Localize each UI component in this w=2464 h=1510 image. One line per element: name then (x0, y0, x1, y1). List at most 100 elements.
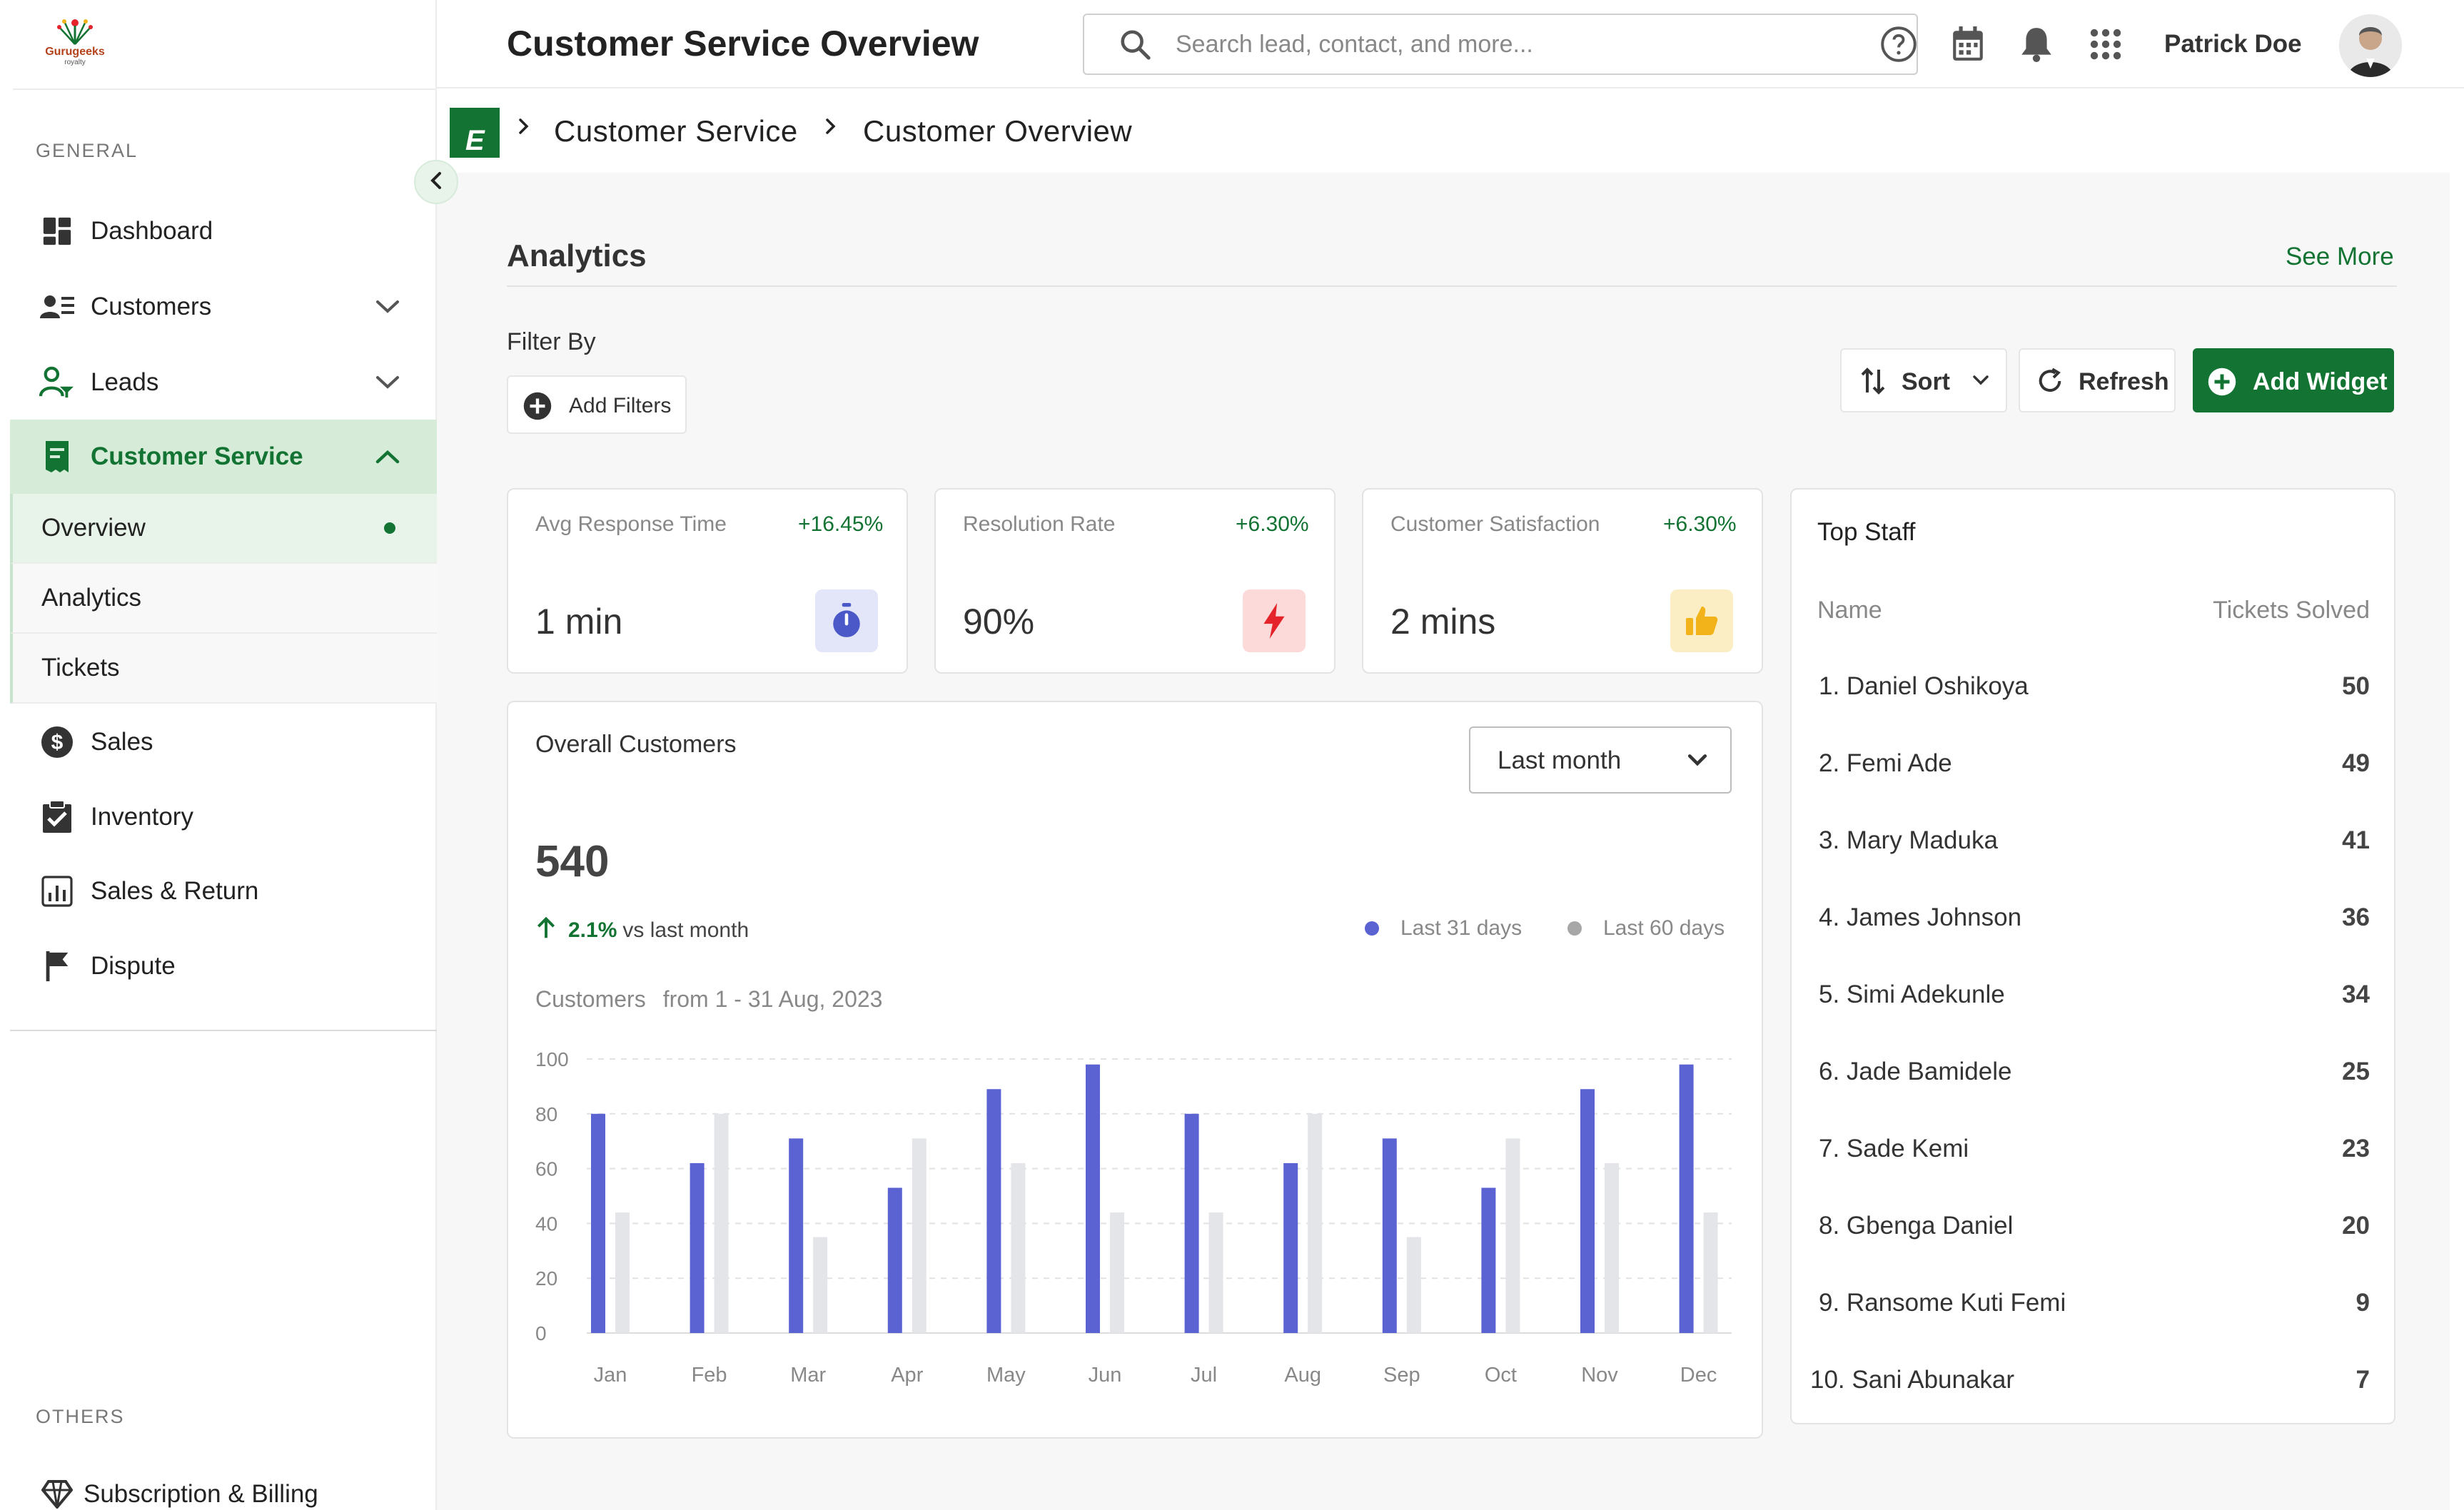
x-tick-label: Jun (1089, 1364, 1122, 1387)
sidebar-item-subscription-billing[interactable]: Subscription & Billing (10, 1460, 437, 1510)
chart-bar (1208, 1212, 1223, 1333)
table-row[interactable]: 6. Jade Bamidele 25 (1792, 1058, 2394, 1100)
tickets-solved-value: 7 (2356, 1366, 2370, 1394)
table-row[interactable]: 9. Ransome Kuti Femi 9 (1792, 1289, 2394, 1332)
chart-bar (1406, 1237, 1421, 1333)
table-row[interactable]: 1. Daniel Oshikoya 50 (1792, 672, 2394, 715)
table-row[interactable]: 4. James Johnson 36 (1792, 903, 2394, 946)
chevron-up-icon[interactable] (371, 440, 404, 473)
sidebar-item-leads[interactable]: Leads (10, 345, 437, 420)
chart-bar (1505, 1138, 1520, 1333)
sidebar-item-sales-return[interactable]: Sales & Return (10, 854, 437, 928)
sidebar-subitem-label: Analytics (41, 584, 142, 612)
main-content: Analytics See More Filter By Add Filters… (437, 173, 2450, 1510)
sidebar-collapse-button[interactable] (414, 160, 458, 204)
tickets-solved-value: 50 (2342, 672, 2370, 700)
refresh-label: Refresh (2079, 368, 2169, 395)
staff-name: 2. Femi Ade (1819, 749, 1952, 777)
sidebar-item-customer-service[interactable]: Customer Service (10, 420, 437, 494)
calendar-icon[interactable] (1948, 24, 1988, 64)
x-tick-label: Mar (790, 1364, 826, 1387)
x-tick-label: Sep (1383, 1364, 1420, 1387)
y-tick-label: 60 (535, 1158, 557, 1180)
table-row[interactable]: 5. Simi Adekunle 34 (1792, 981, 2394, 1023)
chevron-down-icon (1971, 371, 1990, 393)
bar-chart-icon (39, 873, 76, 910)
stat-name: Resolution Rate (963, 512, 1116, 536)
avatar[interactable] (2339, 14, 2402, 77)
chart-bar (986, 1089, 1001, 1333)
user-name[interactable]: Patrick Doe (2164, 30, 2302, 59)
sidebar-item-dashboard[interactable]: Dashboard (10, 194, 437, 268)
stat-delta: +6.30% (1236, 512, 1309, 536)
brand-logo[interactable]: Gurugeeks royalty (36, 16, 114, 71)
add-widget-button[interactable]: Add Widget (2193, 348, 2394, 412)
chart-bar (1679, 1064, 1694, 1333)
stat-card-avg-response-time[interactable]: Avg Response Time +16.45% 1 min (507, 488, 908, 674)
sidebar-item-label: Sales (91, 728, 153, 756)
sidebar-item-label: Sales & Return (91, 877, 259, 905)
customers-icon (39, 288, 76, 325)
sidebar-item-inventory[interactable]: Inventory (10, 780, 437, 854)
sort-button[interactable]: Sort (1840, 348, 2007, 412)
stat-value: 90% (963, 602, 1035, 642)
bell-icon[interactable] (2016, 24, 2056, 64)
top-staff-card: Top Staff Name Tickets Solved 1. Daniel … (1790, 488, 2395, 1424)
search-input[interactable] (1176, 26, 1889, 62)
table-row[interactable]: 7. Sade Kemi 23 (1792, 1135, 2394, 1177)
sidebar-subitem-overview[interactable]: Overview (10, 494, 437, 564)
staff-name: 9. Ransome Kuti Femi (1819, 1289, 2066, 1317)
divider (507, 285, 2397, 287)
staff-name: 6. Jade Bamidele (1819, 1058, 2012, 1085)
svg-text:$: $ (51, 731, 64, 754)
sidebar-item-label: Dispute (91, 952, 176, 980)
apps-grid-icon[interactable] (2086, 24, 2126, 64)
refresh-button[interactable]: Refresh (2019, 348, 2176, 412)
sidebar-subitem-tickets[interactable]: Tickets (10, 634, 437, 704)
chart-bar (1703, 1212, 1718, 1333)
sidebar-item-label: Customers (91, 293, 212, 320)
overall-customers-card: Overall Customers Last month 540 2.1% vs… (507, 701, 1763, 1439)
see-more-link[interactable]: See More (2286, 243, 2394, 271)
chart-bar (1382, 1138, 1397, 1333)
chevron-down-icon[interactable] (371, 290, 404, 323)
card-title: Top Staff (1817, 518, 1916, 546)
chart-bar (714, 1113, 729, 1333)
add-filters-button[interactable]: Add Filters (507, 375, 687, 434)
stat-card-customer-satisfaction[interactable]: Customer Satisfaction +6.30% 2 mins (1362, 488, 1763, 674)
sidebar-item-dispute[interactable]: Dispute (10, 929, 437, 1003)
table-row[interactable]: 2. Femi Ade 49 (1792, 749, 2394, 792)
staff-name: 10. Sani Abunakar (1810, 1366, 2015, 1394)
sort-arrows-icon (1860, 367, 1886, 399)
stat-delta: +6.30% (1663, 512, 1737, 536)
help-icon[interactable] (1879, 24, 1919, 64)
active-indicator-dot (384, 522, 395, 534)
x-tick-label: Aug (1284, 1364, 1321, 1387)
breadcrumb-item[interactable]: Customer Overview (863, 114, 1132, 148)
sidebar-subitem-analytics[interactable]: Analytics (10, 564, 437, 634)
breadcrumb-item[interactable]: Customer Service (554, 114, 798, 148)
tickets-solved-value: 25 (2342, 1058, 2370, 1085)
staff-name: 8. Gbenga Daniel (1819, 1212, 2014, 1240)
sidebar-item-sales[interactable]: $ Sales (10, 705, 437, 779)
stat-card-resolution-rate[interactable]: Resolution Rate +6.30% 90% (934, 488, 1335, 674)
chevron-down-icon[interactable] (371, 366, 404, 399)
customers-bar-chart: 0 20 40 60 80 100 Jan Feb Mar Apr May Jun Jul Aug Sep O… (535, 1048, 1732, 1387)
table-row[interactable]: 8. Gbenga Daniel 20 (1792, 1212, 2394, 1255)
column-header-tickets-solved: Tickets Solved (2213, 597, 2370, 624)
breadcrumb-home-logo[interactable]: E (450, 108, 500, 158)
staff-name: 1. Daniel Oshikoya (1819, 672, 2029, 700)
x-tick-label: Jul (1191, 1364, 1217, 1387)
table-row[interactable]: 10. Sani Abunakar 7 (1792, 1366, 2394, 1409)
table-row[interactable]: 3. Mary Maduka 41 (1792, 826, 2394, 869)
sidebar-subitem-label: Tickets (41, 654, 120, 681)
sidebar-item-label: Customer Service (91, 442, 303, 470)
sidebar-subitem-label: Overview (41, 514, 146, 542)
x-tick-label: Nov (1581, 1364, 1618, 1387)
stat-name: Avg Response Time (535, 512, 727, 536)
search-bar[interactable] (1083, 14, 1918, 75)
dashboard-icon (39, 213, 76, 250)
chevron-left-icon (429, 171, 443, 193)
sidebar-item-customers[interactable]: Customers (10, 270, 437, 344)
x-tick-label: May (986, 1364, 1026, 1387)
